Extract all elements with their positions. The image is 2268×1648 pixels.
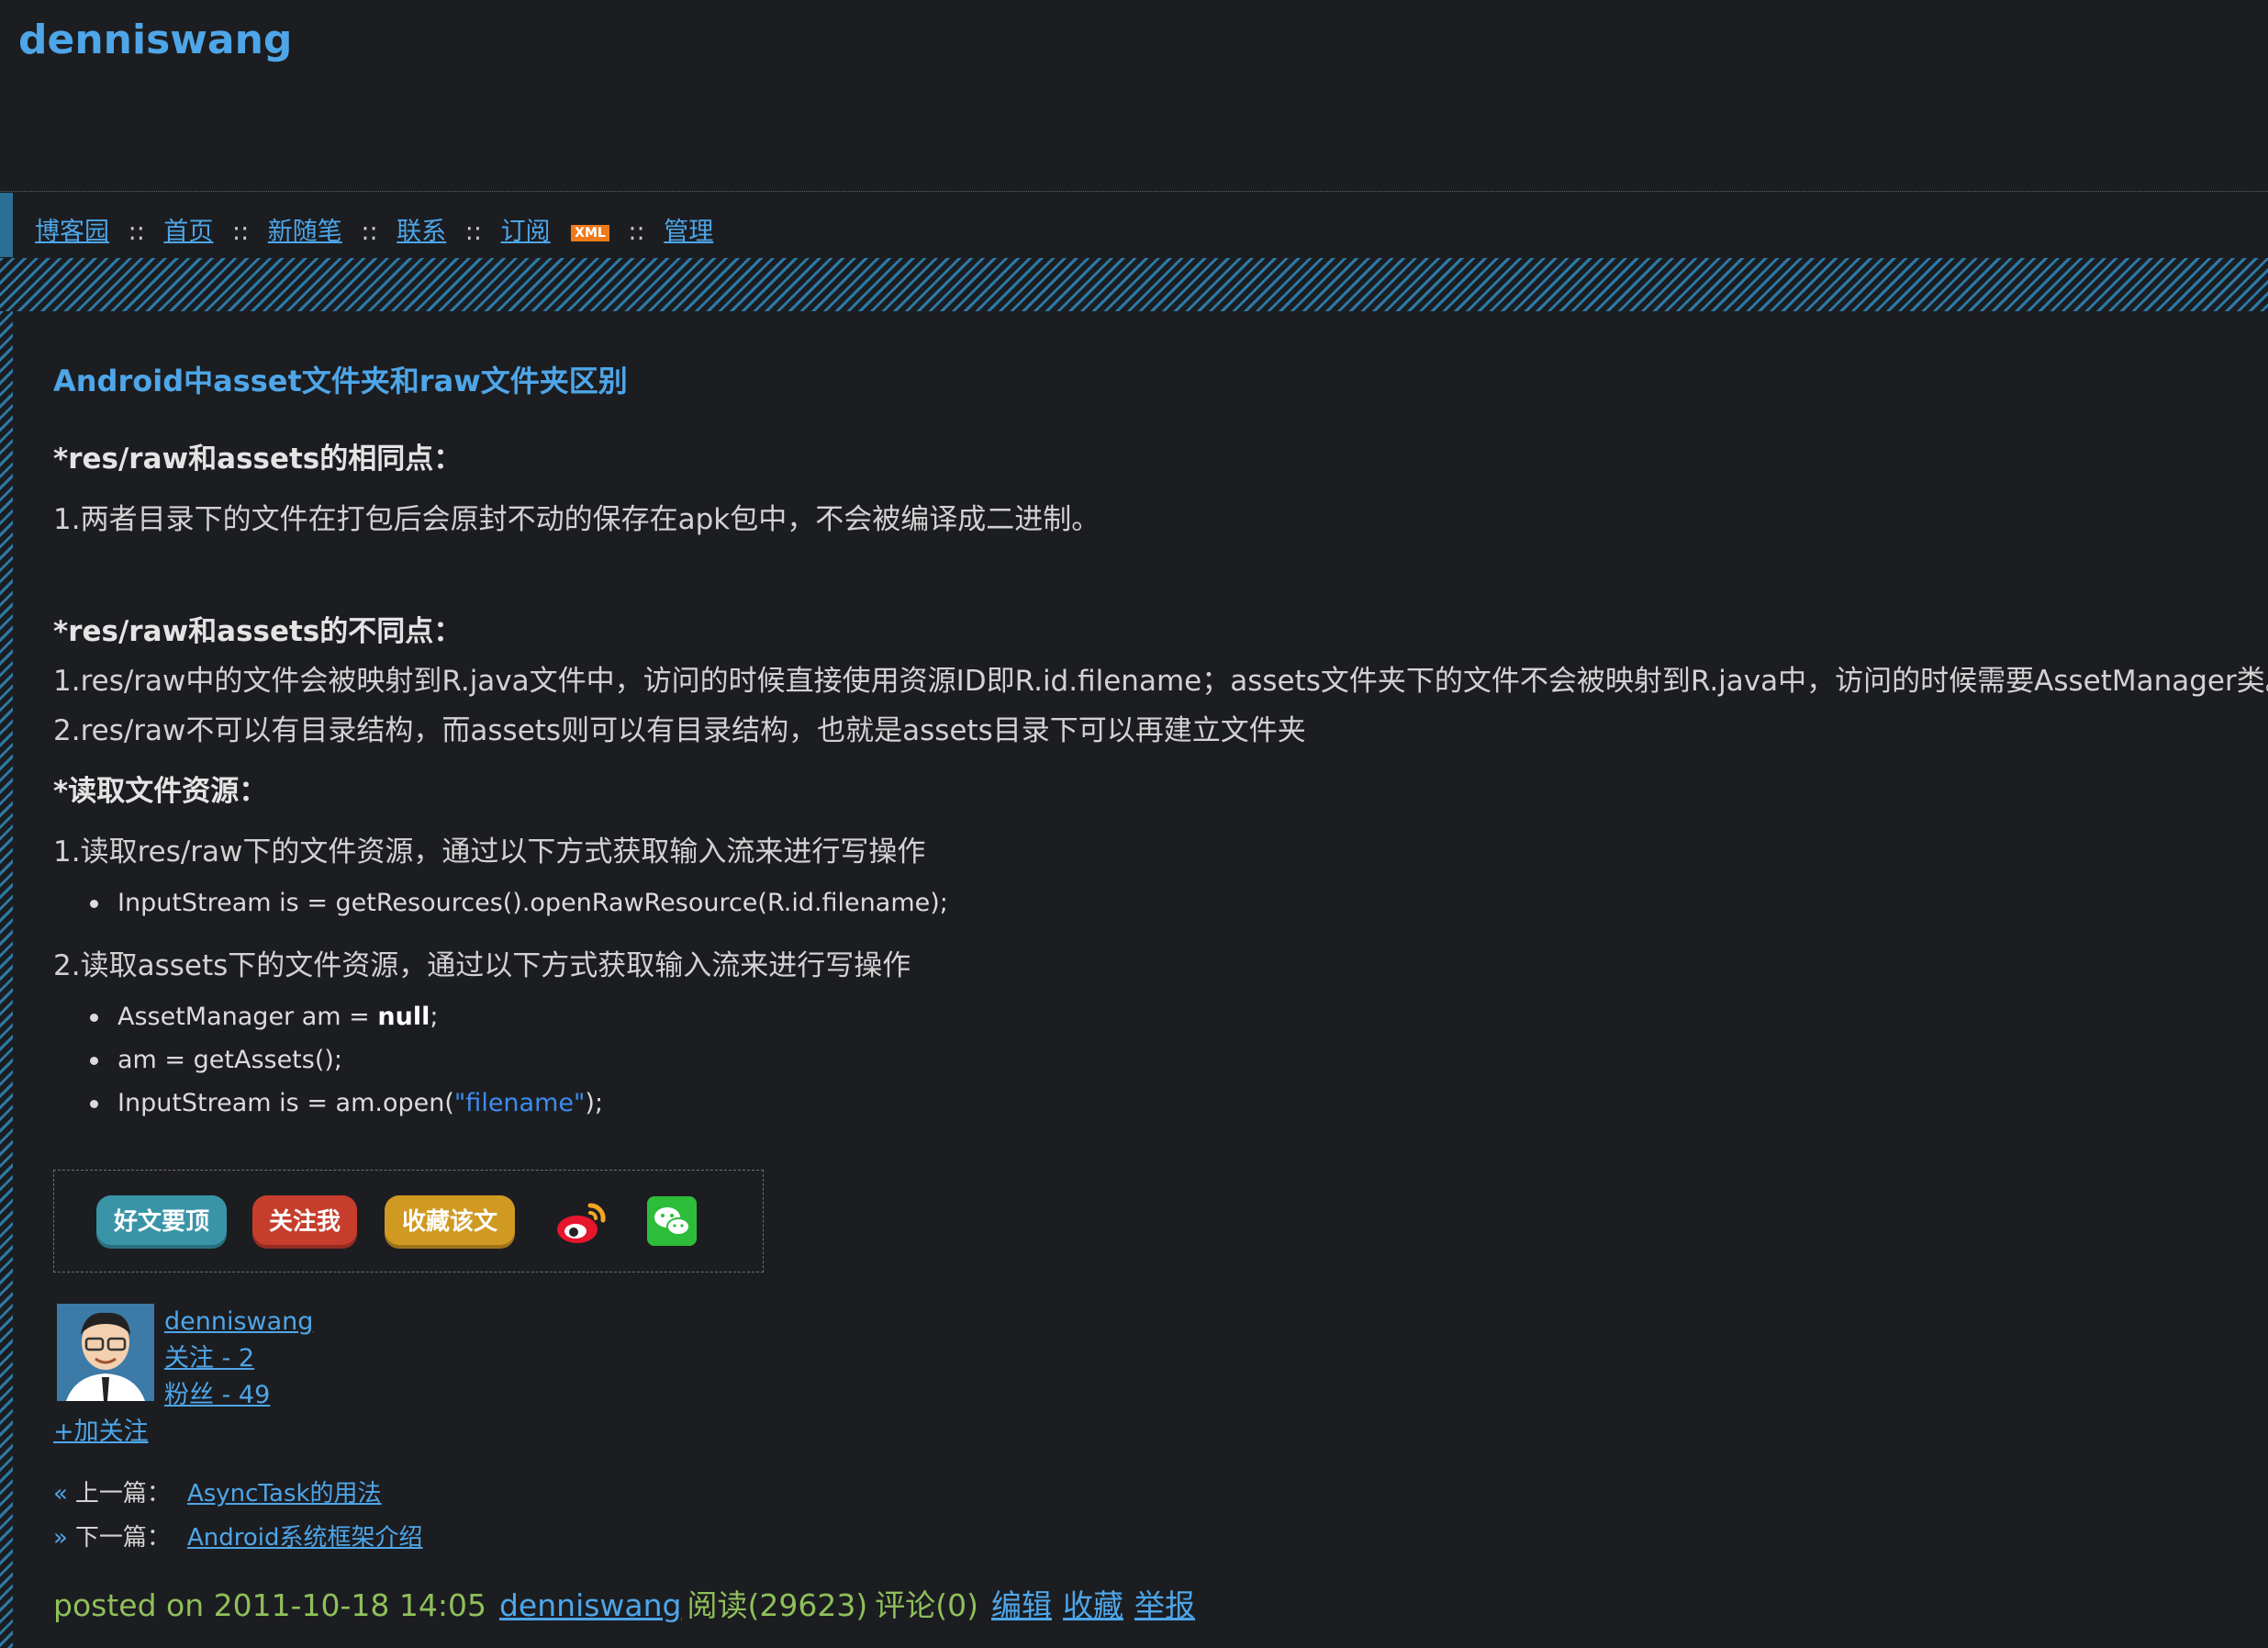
share-box: 好文要顶 关注我 收藏该文	[53, 1170, 764, 1272]
nav-bar: 博客园 :: 首页 :: 新随笔 :: 联系 :: 订阅 XML :: 管理	[0, 193, 2268, 257]
post-footer: posted on 2011-10-18 14:05 denniswang 阅读(2…	[53, 1581, 1201, 1625]
code-string: "filename"	[453, 1089, 586, 1117]
code-text: InputStream is = am.open(	[117, 1089, 454, 1117]
author-avatar[interactable]	[57, 1304, 154, 1401]
prev-post-link[interactable]: AsyncTask的用法	[187, 1480, 382, 1508]
same-points-text: 1.两者目录下的文件在打包后会原封不动的保存在apk包中，不会被编译成二进制。	[53, 503, 1100, 536]
prev-label: 上一篇：	[74, 1480, 171, 1508]
prev-arrow: «	[53, 1480, 68, 1508]
diff-points-heading: *res/raw和assets的不同点：	[53, 615, 463, 648]
nav-home-link[interactable]: 首页	[163, 218, 213, 246]
next-arrow: »	[53, 1524, 68, 1552]
blog-header: denniswang	[0, 0, 2268, 192]
nav-subscribe-link[interactable]: 订阅	[501, 218, 551, 246]
code-list-raw: InputStream is = getResources().openRawR…	[90, 881, 948, 925]
nav-separator: ::	[231, 218, 250, 246]
blog-title-link[interactable]: denniswang	[18, 17, 292, 63]
nav-links: 博客园 :: 首页 :: 新随笔 :: 联系 :: 订阅 XML :: 管理	[35, 211, 713, 247]
code-line: AssetManager am = null;	[89, 995, 603, 1038]
code-text: ;	[430, 1003, 439, 1031]
edit-link[interactable]: 编辑	[991, 1587, 1052, 1623]
nav-new-post-link[interactable]: 新随笔	[268, 218, 342, 246]
nav-separator: ::	[128, 218, 145, 246]
read-step-1: 1.读取res/raw下的文件资源，通过以下方式获取输入流来进行写操作	[53, 835, 926, 869]
favorite-button[interactable]: 收藏该文	[385, 1195, 515, 1249]
nav-separator: ::	[628, 218, 645, 246]
favorite-link[interactable]: 收藏	[1063, 1587, 1123, 1623]
add-follow-link[interactable]: +加关注	[53, 1411, 149, 1447]
followers-count-link[interactable]: 粉丝 - 49	[164, 1377, 313, 1414]
code-line: am = getAssets();	[89, 1038, 603, 1082]
nav-cnblogs-link[interactable]: 博客园	[35, 218, 109, 246]
code-list-assets: AssetManager am = null; am = getAssets()…	[89, 995, 604, 1125]
code-line: InputStream is = getResources().openRawR…	[90, 881, 948, 925]
author-links: denniswang 关注 - 2 粉丝 - 49	[164, 1304, 313, 1414]
next-post-link[interactable]: Android系统框架介绍	[187, 1524, 423, 1552]
next-label: 下一篇：	[74, 1524, 171, 1552]
diff-point-1: 1.res/raw中的文件会被映射到R.java文件中，访问的时候直接使用资源I…	[53, 665, 2268, 698]
weibo-icon[interactable]	[553, 1196, 609, 1248]
same-points-heading: *res/raw和assets的相同点：	[53, 443, 463, 476]
nav-manage-link[interactable]: 管理	[664, 218, 713, 246]
nav-contact-link[interactable]: 联系	[397, 218, 446, 246]
read-step-2: 2.读取assets下的文件资源，通过以下方式获取输入流来进行写操作	[53, 949, 911, 982]
wechat-icon[interactable]	[647, 1196, 697, 1246]
nav-separator: ::	[361, 218, 378, 246]
recommend-button[interactable]: 好文要顶	[96, 1195, 227, 1249]
diff-point-2: 2.res/raw不可以有目录结构，而assets则可以有目录结构，也就是ass…	[53, 714, 1306, 747]
code-text: );	[585, 1089, 604, 1117]
striped-divider	[0, 258, 2268, 311]
follow-button[interactable]: 关注我	[252, 1195, 357, 1249]
report-link[interactable]: 举报	[1134, 1587, 1195, 1623]
code-keyword: null	[377, 1003, 430, 1031]
read-heading: *读取文件资源：	[53, 775, 268, 808]
code-line: InputStream is = am.open("filename");	[89, 1082, 604, 1125]
rss-xml-icon[interactable]: XML	[571, 224, 609, 241]
footer-author-link[interactable]: denniswang	[499, 1587, 682, 1623]
prev-post: «上一篇： AsyncTask的用法	[53, 1474, 382, 1508]
post-title-link[interactable]: Android中asset文件夹和raw文件夹区别	[53, 358, 628, 400]
posted-date: posted on 2011-10-18 14:05	[53, 1587, 486, 1623]
code-text: AssetManager am =	[117, 1003, 378, 1031]
following-count-link[interactable]: 关注 - 2	[164, 1340, 313, 1377]
comment-count: 评论(0)	[875, 1587, 978, 1623]
striped-left-border	[0, 311, 13, 1648]
author-name-link[interactable]: denniswang	[164, 1304, 313, 1340]
read-count: 阅读(29623)	[687, 1587, 868, 1623]
next-post: » 下一篇： Android系统框架介绍	[53, 1519, 422, 1553]
nav-separator: ::	[464, 218, 482, 246]
